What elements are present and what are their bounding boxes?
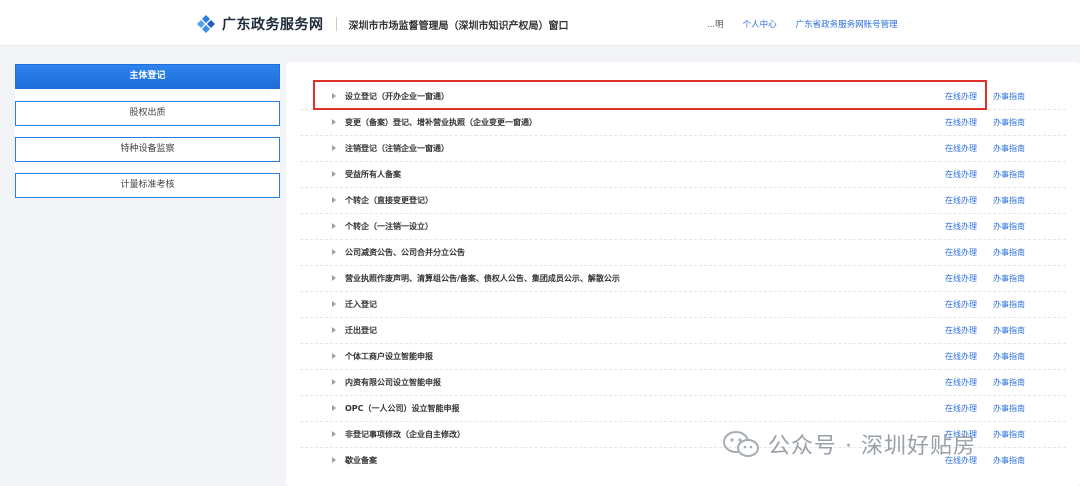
bullet-arrow-icon — [332, 275, 336, 281]
list-item: 迁入登记 在线办理 办事指南 — [300, 292, 1066, 318]
list-item: 内资有限公司设立智能申报 在线办理 办事指南 — [300, 370, 1066, 396]
bullet-arrow-icon — [332, 249, 336, 255]
header-divider — [335, 17, 337, 31]
nav-link-account-management[interactable]: 广东省政务服务网账号管理 — [796, 18, 898, 30]
bullet-arrow-icon — [332, 353, 336, 359]
service-title[interactable]: 迁出登记 — [345, 325, 377, 336]
bullet-arrow-icon — [332, 379, 336, 385]
service-list-panel: 设立登记（开办企业一窗通） 在线办理 办事指南 变更（备案）登记、增补营业执照（… — [286, 62, 1080, 486]
online-handle-link[interactable]: 在线办理 — [945, 247, 977, 258]
header-nav: ...明 个人中心 广东省政务服务网账号管理 — [707, 18, 917, 30]
service-title[interactable]: 非登记事项修改（企业自主修改） — [345, 429, 465, 440]
service-title[interactable]: 个转企（直接变更登记） — [345, 195, 433, 206]
service-guide-link[interactable]: 办事指南 — [993, 169, 1025, 180]
service-title[interactable]: 设立登记（开办企业一窗通） — [345, 91, 449, 102]
online-handle-link[interactable]: 在线办理 — [945, 299, 977, 310]
online-handle-link[interactable]: 在线办理 — [945, 403, 977, 414]
service-guide-link[interactable]: 办事指南 — [993, 117, 1025, 128]
bullet-arrow-icon — [332, 145, 336, 151]
list-item: OPC（一人公司）设立智能申报 在线办理 办事指南 — [300, 396, 1066, 422]
online-handle-link[interactable]: 在线办理 — [945, 169, 977, 180]
service-guide-link[interactable]: 办事指南 — [993, 299, 1025, 310]
wechat-icon — [723, 431, 759, 457]
service-guide-link[interactable]: 办事指南 — [993, 247, 1025, 258]
guangdong-logo-icon — [197, 15, 215, 33]
sidebar: 主体登记 股权出质 特种设备监察 计量标准考核 — [15, 64, 280, 198]
bullet-arrow-icon — [332, 171, 336, 177]
service-guide-link[interactable]: 办事指南 — [993, 221, 1025, 232]
watermark-text: 公众号 · 深圳好贴房 — [768, 434, 976, 459]
list-item: 公司减资公告、公司合并分立公告 在线办理 办事指南 — [300, 240, 1066, 266]
list-item: 营业执照作废声明、清算组公告/备案、债权人公告、集团成员公示、解散公示 在线办理… — [300, 266, 1066, 292]
bullet-arrow-icon — [332, 327, 336, 333]
service-title[interactable]: 公司减资公告、公司合并分立公告 — [345, 247, 465, 258]
site-name: 广东政务服务网 — [222, 17, 324, 33]
bullet-arrow-icon — [332, 431, 336, 437]
service-title[interactable]: 歇业备案 — [345, 455, 377, 466]
bullet-arrow-icon — [332, 197, 336, 203]
nav-link-intro[interactable]: ...明 — [707, 18, 724, 30]
list-item: 个转企（一注销一设立） 在线办理 办事指南 — [300, 214, 1066, 240]
service-guide-link[interactable]: 办事指南 — [993, 143, 1025, 154]
service-guide-link[interactable]: 办事指南 — [993, 455, 1025, 466]
list-item: 变更（备案）登记、增补营业执照（企业变更一窗通） 在线办理 办事指南 — [300, 110, 1066, 136]
sidebar-item-equity-pledge[interactable]: 股权出质 — [15, 101, 280, 126]
list-item: 设立登记（开办企业一窗通） 在线办理 办事指南 — [300, 84, 1066, 110]
online-handle-link[interactable]: 在线办理 — [945, 377, 977, 388]
nav-link-personal-center[interactable]: 个人中心 — [743, 18, 777, 30]
online-handle-link[interactable]: 在线办理 — [945, 195, 977, 206]
bullet-arrow-icon — [332, 405, 336, 411]
online-handle-link[interactable]: 在线办理 — [945, 273, 977, 284]
list-item: 个转企（直接变更登记） 在线办理 办事指南 — [300, 188, 1066, 214]
online-handle-link[interactable]: 在线办理 — [945, 351, 977, 362]
bullet-arrow-icon — [332, 223, 336, 229]
service-guide-link[interactable]: 办事指南 — [993, 325, 1025, 336]
list-item: 受益所有人备案 在线办理 办事指南 — [300, 162, 1066, 188]
bullet-arrow-icon — [332, 119, 336, 125]
service-title[interactable]: 营业执照作废声明、清算组公告/备案、债权人公告、集团成员公示、解散公示 — [345, 273, 620, 284]
service-title[interactable]: 迁入登记 — [345, 299, 377, 310]
service-guide-link[interactable]: 办事指南 — [993, 429, 1025, 440]
list-item: 个体工商户设立智能申报 在线办理 办事指南 — [300, 344, 1066, 370]
online-handle-link[interactable]: 在线办理 — [945, 221, 977, 232]
top-header: 广东政务服务网 深圳市市场监督管理局（深圳市知识产权局）窗口 ...明 个人中心… — [0, 0, 1080, 46]
service-title[interactable]: 内资有限公司设立智能申报 — [345, 377, 441, 388]
department-name: 深圳市市场监督管理局（深圳市知识产权局）窗口 — [348, 20, 569, 32]
service-guide-link[interactable]: 办事指南 — [993, 403, 1025, 414]
sidebar-item-metrology-standard[interactable]: 计量标准考核 — [15, 173, 280, 198]
online-handle-link[interactable]: 在线办理 — [945, 143, 977, 154]
bullet-arrow-icon — [332, 93, 336, 99]
bullet-arrow-icon — [332, 301, 336, 307]
service-title[interactable]: 变更（备案）登记、增补营业执照（企业变更一窗通） — [345, 117, 537, 128]
online-handle-link[interactable]: 在线办理 — [945, 325, 977, 336]
watermark: 公众号 · 深圳好贴房 — [722, 424, 976, 464]
site-logo[interactable]: 广东政务服务网 深圳市市场监督管理局（深圳市知识产权局）窗口 — [196, 13, 569, 35]
online-handle-link[interactable]: 在线办理 — [945, 91, 977, 102]
service-guide-link[interactable]: 办事指南 — [993, 273, 1025, 284]
service-title[interactable]: 注销登记（注销企业一窗通） — [345, 143, 449, 154]
service-guide-link[interactable]: 办事指南 — [993, 377, 1025, 388]
service-title[interactable]: OPC（一人公司）设立智能申报 — [345, 403, 460, 414]
online-handle-link[interactable]: 在线办理 — [945, 117, 977, 128]
service-guide-link[interactable]: 办事指南 — [993, 351, 1025, 362]
list-item: 迁出登记 在线办理 办事指南 — [300, 318, 1066, 344]
service-title[interactable]: 受益所有人备案 — [345, 169, 401, 180]
bullet-arrow-icon — [332, 457, 336, 463]
service-title[interactable]: 个转企（一注销一设立） — [345, 221, 433, 232]
sidebar-item-special-equipment[interactable]: 特种设备监察 — [15, 137, 280, 162]
service-guide-link[interactable]: 办事指南 — [993, 195, 1025, 206]
service-guide-link[interactable]: 办事指南 — [993, 91, 1025, 102]
list-item: 注销登记（注销企业一窗通） 在线办理 办事指南 — [300, 136, 1066, 162]
service-title[interactable]: 个体工商户设立智能申报 — [345, 351, 433, 362]
sidebar-item-subject-registration[interactable]: 主体登记 — [15, 64, 280, 89]
